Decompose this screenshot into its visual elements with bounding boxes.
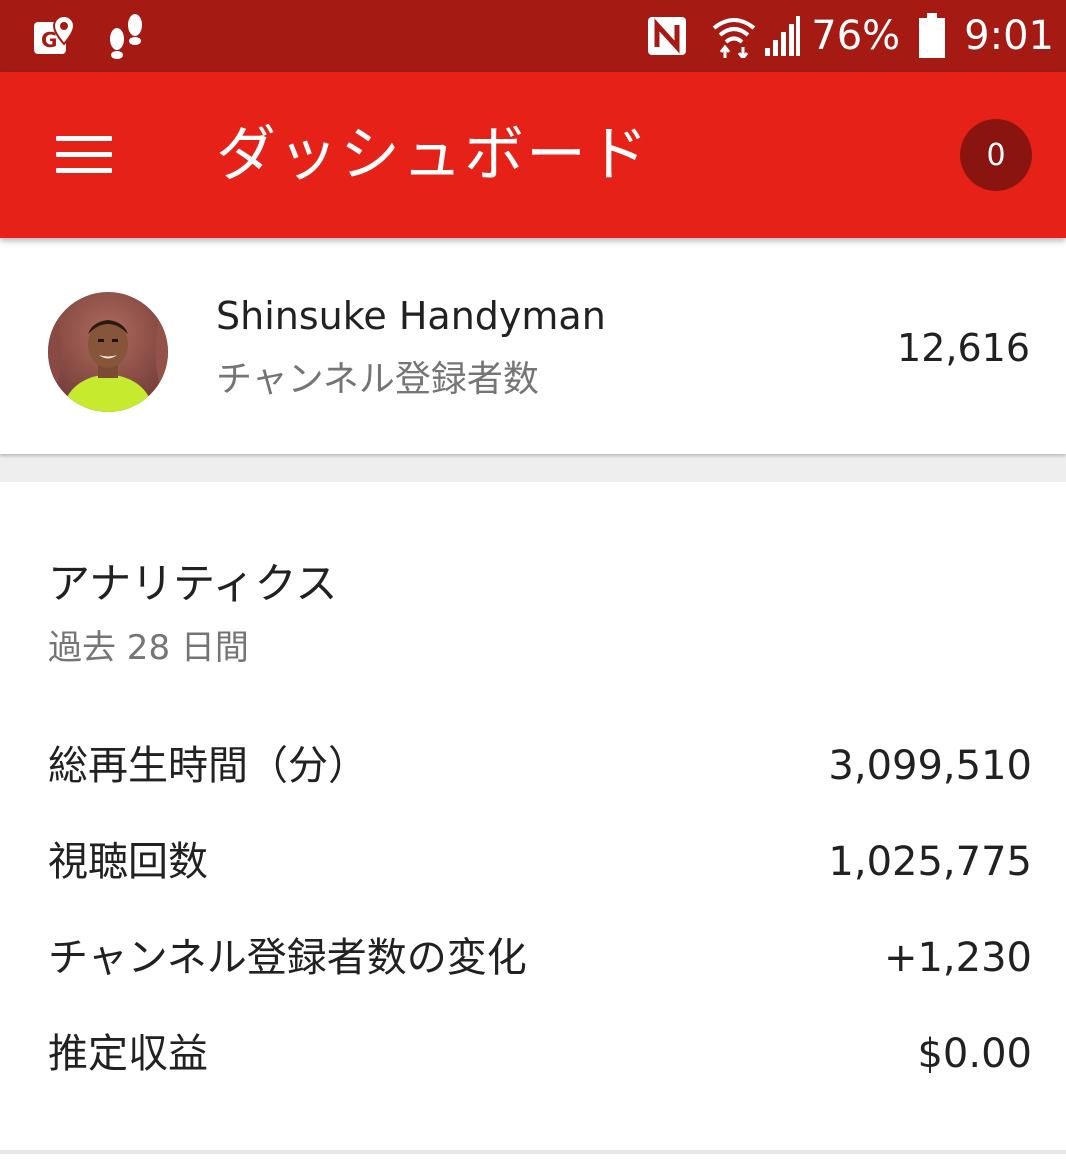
bottom-divider (0, 1150, 1066, 1154)
metric-row-watch-time: 総再生時間（分） 3,099,510 (48, 736, 1032, 796)
metric-row-subscriber-change: チャンネル登録者数の変化 +1,230 (48, 928, 1032, 988)
status-bar-right: 76% 9:01 (647, 10, 1054, 62)
notification-badge[interactable]: 0 (960, 119, 1032, 191)
hamburger-menu-icon[interactable] (54, 132, 114, 178)
metric-label: 総再生時間（分） (48, 743, 368, 789)
nfc-icon (647, 16, 687, 56)
analytics-title: アナリティクス (48, 559, 338, 608)
metric-label: 視聴回数 (48, 839, 208, 885)
battery-percent: 76% (811, 13, 901, 59)
section-divider (0, 454, 1066, 482)
maps-location-icon: G (32, 14, 76, 58)
status-bar-left: G (32, 10, 148, 62)
subscriber-label: チャンネル登録者数 (216, 359, 539, 400)
channel-name: Shinsuke Handyman (216, 294, 606, 338)
metric-row-estimated-revenue: 推定収益 $0.00 (48, 1024, 1032, 1084)
metric-label: 推定収益 (48, 1031, 208, 1077)
metric-value: +1,230 (883, 935, 1032, 981)
cell-signal-icon (763, 14, 801, 58)
wifi-icon (711, 14, 757, 58)
page-title: ダッシュボード (216, 120, 650, 190)
metric-row-views: 視聴回数 1,025,775 (48, 832, 1032, 892)
app-bar: ダッシュボード 0 (0, 72, 1066, 238)
metric-label: チャンネル登録者数の変化 (48, 935, 527, 981)
battery-icon (918, 13, 946, 59)
notification-count: 0 (986, 137, 1006, 173)
metric-value: 3,099,510 (828, 743, 1032, 789)
subscriber-count: 12,616 (897, 326, 1030, 370)
metric-value: $0.00 (917, 1031, 1032, 1077)
analytics-period: 過去 28 日間 (48, 628, 249, 668)
avatar (48, 292, 168, 412)
clock: 9:01 (964, 13, 1054, 59)
footsteps-icon (104, 11, 148, 61)
metric-value: 1,025,775 (828, 839, 1032, 885)
status-bar: G 76% 9:01 (0, 0, 1066, 72)
